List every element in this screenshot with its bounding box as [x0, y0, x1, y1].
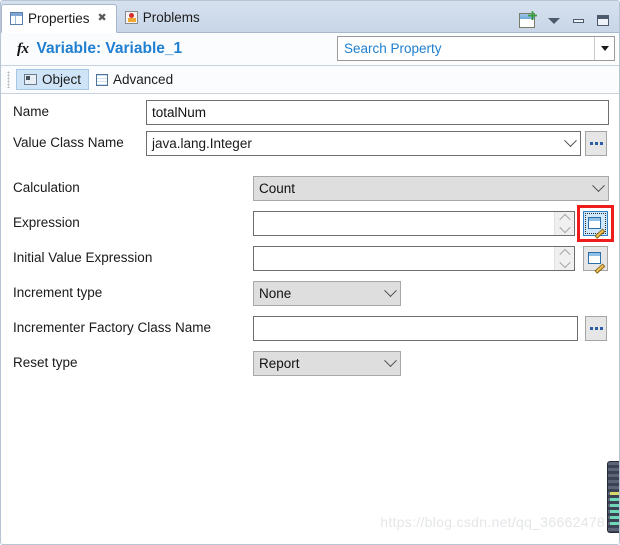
sub-tab-advanced[interactable]: Advanced — [89, 69, 180, 90]
calculation-label: Calculation — [13, 180, 80, 195]
view-toolbar — [519, 13, 619, 32]
value-class-name-label: Value Class Name — [13, 135, 124, 150]
row-reset-type: Reset type — [13, 355, 78, 370]
expression-input[interactable] — [254, 212, 554, 235]
reset-type-label: Reset type — [13, 355, 78, 370]
chevron-down-icon — [600, 46, 609, 51]
advanced-icon — [96, 73, 109, 86]
edge-panel-icon[interactable] — [607, 461, 619, 533]
row-name: Name — [13, 104, 49, 119]
drag-grip[interactable] — [7, 71, 10, 88]
increment-type-combo[interactable]: None — [253, 281, 401, 306]
initial-value-expression-spinner[interactable] — [554, 247, 574, 270]
incrementer-factory-class-name-browse-button[interactable] — [585, 316, 607, 341]
calculation-value: Count — [259, 181, 296, 196]
row-expression: Expression — [13, 215, 80, 230]
reset-type-combo[interactable]: Report — [253, 351, 401, 376]
view-tab-bar: Properties ✖ Problems — [1, 1, 619, 33]
search-input[interactable] — [338, 37, 594, 60]
row-calculation: Calculation — [13, 180, 80, 195]
increment-type-dropdown[interactable] — [380, 284, 400, 298]
pencil-edit-icon — [588, 216, 606, 239]
expression-label: Expression — [13, 215, 80, 230]
maximize-icon[interactable] — [597, 15, 609, 26]
increment-type-value: None — [259, 286, 292, 301]
pencil-edit-icon — [588, 251, 606, 274]
page-title: Variable: Variable_1 — [36, 40, 183, 57]
reset-type-value: Report — [259, 356, 300, 371]
table-icon — [10, 12, 23, 25]
edit-expression-button[interactable] — [583, 211, 608, 239]
dot — [594, 327, 598, 330]
sub-tab-advanced-label: Advanced — [113, 72, 174, 87]
chevron-down-icon — [383, 354, 397, 368]
increment-type-label: Increment type — [13, 285, 103, 300]
property-header: fx Variable: Variable_1 — [1, 33, 619, 66]
tab-properties-label: Properties — [28, 11, 90, 26]
row-incrementer-factory-class-name: Incrementer Factory Class Name — [13, 320, 211, 335]
close-icon[interactable]: ✖ — [98, 13, 107, 24]
initial-value-expression-input[interactable] — [254, 247, 554, 270]
edge-icon-green-bars — [610, 498, 619, 526]
edit-initial-value-expression-button[interactable] — [583, 246, 608, 274]
row-increment-type: Increment type — [13, 285, 102, 300]
sub-tab-object-label: Object — [42, 72, 82, 87]
initial-value-expression-field[interactable] — [253, 246, 575, 271]
value-class-name-combo[interactable]: java.lang.Integer — [146, 131, 581, 156]
search-property-box[interactable] — [337, 36, 615, 61]
dot — [589, 327, 593, 330]
name-label: Name — [13, 104, 50, 119]
expression-field[interactable] — [253, 211, 575, 236]
object-icon — [24, 74, 37, 85]
calculation-combo[interactable]: Count — [253, 176, 609, 201]
sub-tab-bar: Object Advanced — [1, 66, 619, 94]
chevron-down-icon — [558, 256, 571, 269]
dot — [589, 142, 593, 145]
value-class-name-browse-button[interactable] — [585, 131, 607, 156]
dot — [599, 327, 603, 330]
expression-spinner[interactable] — [554, 212, 574, 235]
chevron-down-icon — [558, 221, 571, 234]
tab-problems[interactable]: Problems — [117, 3, 209, 32]
incrementer-factory-class-name-input[interactable] — [253, 316, 578, 341]
calculation-dropdown[interactable] — [588, 179, 608, 193]
value-class-name-value: java.lang.Integer — [152, 136, 252, 151]
initial-value-expression-label: Initial Value Expression — [13, 250, 153, 265]
row-value-class-name: Value Class Name — [13, 135, 124, 150]
properties-view: Properties ✖ Problems fx Variable: Varia… — [0, 0, 620, 545]
row-initial-value-expression: Initial Value Expression — [13, 250, 152, 265]
sub-tab-object[interactable]: Object — [16, 69, 90, 90]
property-form: Name Value Class Name java.lang.Integer … — [1, 94, 619, 544]
fx-icon: fx — [17, 40, 29, 57]
chevron-down-icon — [383, 284, 397, 298]
dot — [594, 142, 598, 145]
chevron-down-icon — [563, 134, 577, 148]
value-class-name-dropdown[interactable] — [560, 134, 580, 148]
tab-properties[interactable]: Properties ✖ — [1, 4, 117, 33]
reset-type-dropdown[interactable] — [380, 354, 400, 368]
view-menu-icon[interactable] — [548, 17, 560, 24]
new-property-icon[interactable] — [519, 13, 535, 28]
name-input[interactable] — [146, 100, 609, 125]
incrementer-factory-class-name-label: Incrementer Factory Class Name — [13, 320, 212, 335]
minimize-icon[interactable] — [573, 18, 584, 23]
tab-problems-label: Problems — [142, 10, 200, 25]
problems-icon — [124, 11, 138, 24]
search-dropdown-button[interactable] — [594, 37, 614, 60]
watermark: https://blog.csdn.net/qq_36662478 — [380, 514, 605, 530]
chevron-down-icon — [591, 179, 605, 193]
dot — [599, 142, 603, 145]
